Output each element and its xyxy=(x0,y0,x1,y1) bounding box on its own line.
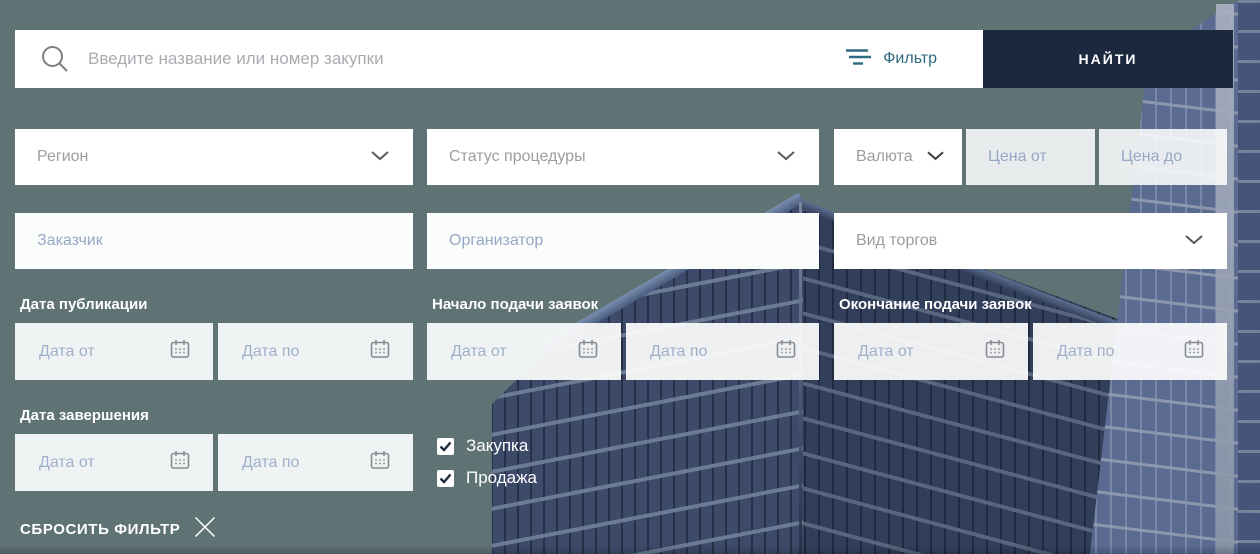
application-end-to-input[interactable] xyxy=(1057,323,1161,380)
customer-field-box xyxy=(15,213,413,269)
completion-date-to-input[interactable] xyxy=(242,434,346,491)
search-field-area: Фильтр xyxy=(15,30,983,88)
completion-date-from xyxy=(15,434,213,491)
close-icon xyxy=(194,516,216,543)
calendar-icon[interactable] xyxy=(169,338,191,365)
chevron-down-icon xyxy=(1185,232,1203,250)
sale-checkbox[interactable] xyxy=(437,470,454,487)
application-end-from xyxy=(834,323,1028,380)
status-placeholder: Статус процедуры xyxy=(449,148,586,166)
calendar-icon[interactable] xyxy=(1183,338,1205,365)
purchase-checkbox-label: Закупка xyxy=(466,436,528,456)
publication-date-label: Дата публикации xyxy=(20,296,147,313)
application-end-label: Окончание подачи заявок xyxy=(839,296,1032,313)
find-button[interactable]: НАЙТИ xyxy=(983,30,1233,88)
search-bar: Фильтр НАЙТИ xyxy=(15,30,1233,88)
region-placeholder: Регион xyxy=(37,148,88,166)
application-start-to-input[interactable] xyxy=(650,323,753,380)
calendar-icon[interactable] xyxy=(369,338,391,365)
application-start-label: Начало подачи заявок xyxy=(432,296,598,313)
status-dropdown[interactable]: Статус процедуры xyxy=(427,129,819,185)
organizer-input[interactable] xyxy=(427,213,819,269)
calendar-icon[interactable] xyxy=(577,338,599,365)
price-from-input[interactable] xyxy=(966,129,1095,185)
chevron-down-icon xyxy=(777,148,795,166)
filter-icon xyxy=(845,48,872,71)
reset-filter-label: СБРОСИТЬ ФИЛЬТР xyxy=(20,521,180,538)
search-input[interactable] xyxy=(86,29,845,89)
completion-date-label: Дата завершения xyxy=(20,407,149,424)
application-end-from-input[interactable] xyxy=(858,323,962,380)
application-start-to xyxy=(626,323,819,380)
application-start-from-input[interactable] xyxy=(451,323,555,380)
currency-label: Валюта xyxy=(856,148,913,166)
chevron-down-icon xyxy=(371,148,389,166)
trade-type-placeholder: Вид торгов xyxy=(856,232,937,250)
customer-input[interactable] xyxy=(15,213,413,269)
calendar-icon[interactable] xyxy=(369,449,391,476)
reset-filter-button[interactable]: СБРОСИТЬ ФИЛЬТР xyxy=(20,516,216,543)
chevron-down-icon xyxy=(927,148,944,166)
publication-date-from xyxy=(15,323,213,380)
application-end-to xyxy=(1033,323,1227,380)
application-start-from xyxy=(427,323,621,380)
publication-date-from-input[interactable] xyxy=(39,323,145,380)
price-from-field-box xyxy=(966,129,1095,185)
trade-type-dropdown[interactable]: Вид торгов xyxy=(834,213,1227,269)
calendar-icon[interactable] xyxy=(775,338,797,365)
search-icon xyxy=(40,44,70,74)
currency-dropdown[interactable]: Валюта xyxy=(834,129,962,185)
filter-label: Фильтр xyxy=(883,50,937,68)
calendar-icon[interactable] xyxy=(984,338,1006,365)
price-to-input[interactable] xyxy=(1099,129,1227,185)
purchase-checkbox[interactable] xyxy=(437,438,454,455)
organizer-field-box xyxy=(427,213,819,269)
publication-date-to xyxy=(218,323,413,380)
filter-toggle[interactable]: Фильтр xyxy=(845,48,937,71)
price-to-field-box xyxy=(1099,129,1227,185)
sale-checkbox-label: Продажа xyxy=(466,468,537,488)
sale-checkbox-row[interactable]: Продажа xyxy=(437,468,537,488)
region-dropdown[interactable]: Регион xyxy=(15,129,413,185)
completion-date-from-input[interactable] xyxy=(39,434,145,491)
completion-date-to xyxy=(218,434,413,491)
publication-date-to-input[interactable] xyxy=(242,323,346,380)
procurement-search-page: Фильтр НАЙТИ Регион Статус процедуры xyxy=(0,0,1260,554)
calendar-icon[interactable] xyxy=(169,449,191,476)
purchase-checkbox-row[interactable]: Закупка xyxy=(437,436,528,456)
